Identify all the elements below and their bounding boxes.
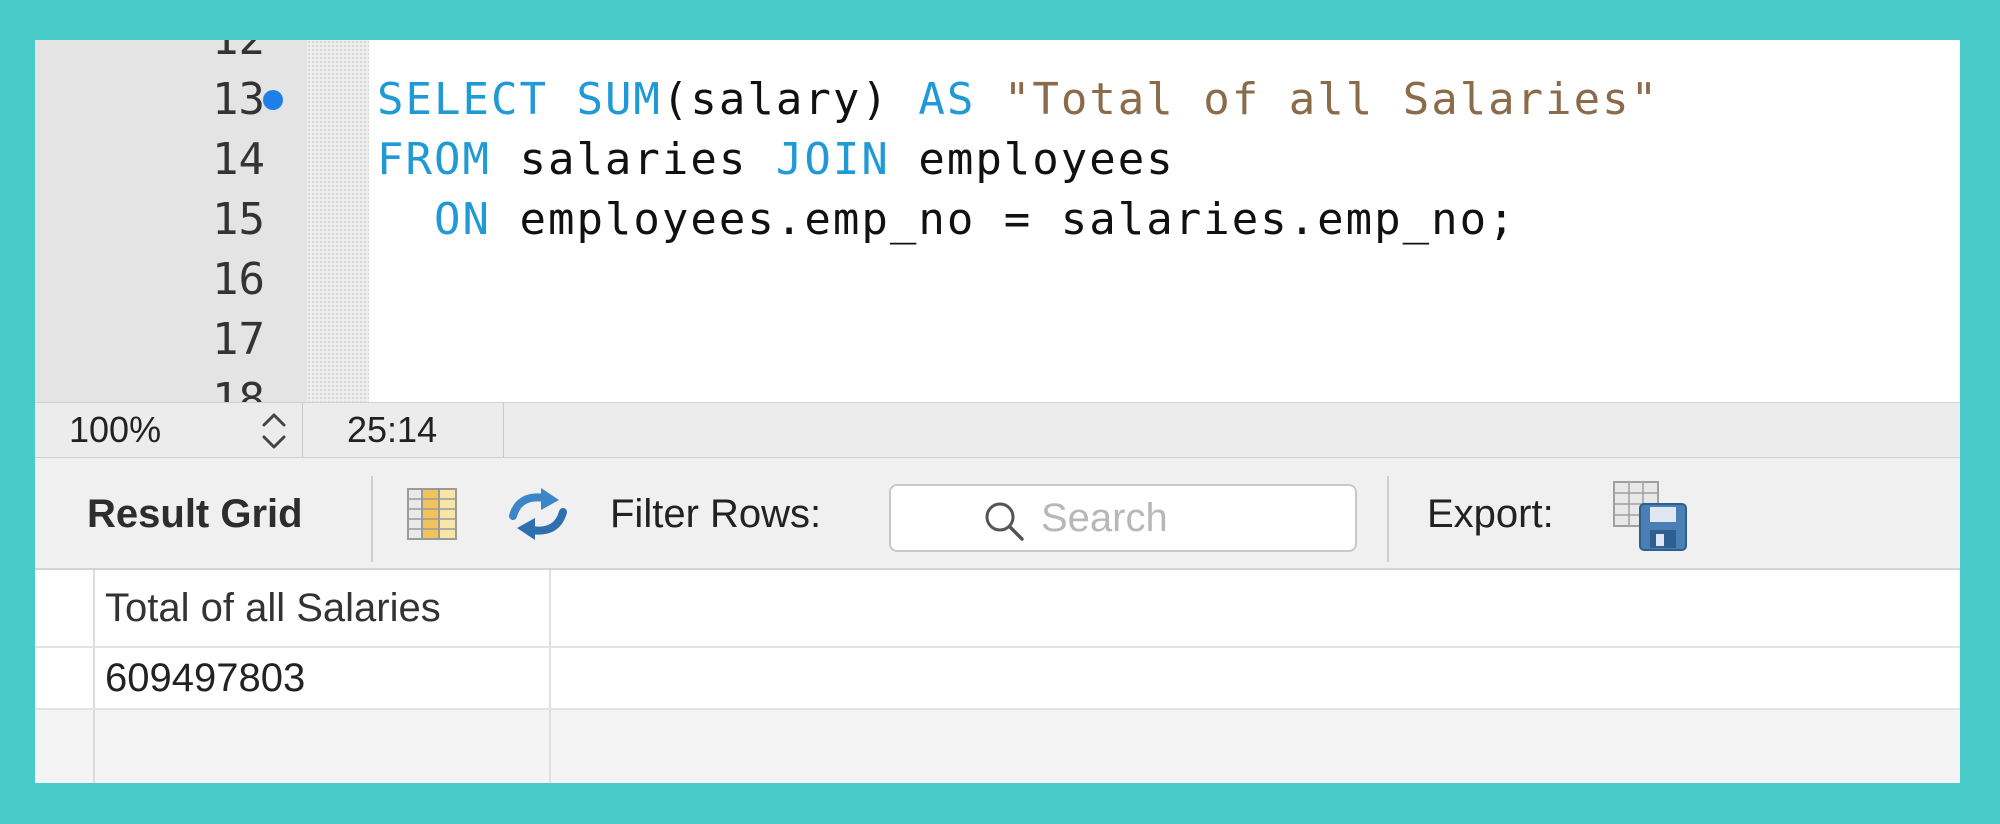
code-text: FROM salaries JOIN employees [377, 130, 1175, 190]
editor-status-bar: 100% 25:14 [35, 402, 1960, 458]
line-number: 17 [212, 314, 265, 365]
line-number: 13 [212, 74, 265, 125]
sql-string: "Total of all Salaries" [1003, 74, 1660, 125]
column-header-total-of-all-salaries[interactable]: Total of all Salaries [95, 570, 551, 646]
refresh-icon[interactable] [505, 486, 571, 542]
editor-line[interactable]: 15 ON employees.emp_no = salaries.emp_no… [35, 190, 1960, 250]
table-row-empty[interactable] [35, 710, 1960, 783]
result-grid-header: Total of all Salaries [35, 570, 1960, 648]
row-number-cell[interactable] [35, 710, 95, 783]
sql-keyword: JOIN [775, 134, 890, 185]
line-number: 14 [212, 134, 265, 185]
zoom-stepper-icon[interactable] [257, 409, 291, 453]
result-grid: Total of all Salaries 609497803 [35, 570, 1960, 783]
toolbar-divider [371, 476, 373, 562]
status-divider [503, 403, 504, 457]
line-number: 12 [115, 40, 265, 70]
sql-token: employees [889, 134, 1175, 185]
export-save-icon[interactable] [1612, 480, 1688, 552]
sql-keyword: SUM [576, 74, 662, 125]
editor-line[interactable]: 16 [35, 250, 1960, 310]
line-number: 15 [212, 194, 265, 245]
editor-line[interactable]: 18 [35, 370, 1960, 402]
sql-keyword: ON [433, 194, 491, 245]
line-number: 18 [212, 374, 265, 402]
sql-editor[interactable]: 12 13 SELECT SUM(salary) AS "Total of all … [35, 40, 1960, 402]
result-grid-toggle-icon[interactable] [405, 486, 459, 542]
editor-line[interactable]: 13 SELECT SUM(salary) AS "Total of all Sa… [35, 70, 1960, 130]
table-cell-empty[interactable] [95, 710, 551, 783]
search-input[interactable] [1041, 490, 1341, 546]
statement-marker-icon[interactable] [263, 90, 283, 110]
editor-line[interactable]: 17 [35, 310, 1960, 370]
code-text: SELECT SUM(salary) AS "Total of all Sala… [377, 70, 1659, 130]
cursor-position: 25:14 [347, 409, 438, 450]
filter-rows-label: Filter Rows: [610, 492, 822, 536]
sql-keyword: FROM [377, 134, 491, 185]
app-window: 12 13 SELECT SUM(salary) AS "Total of all … [35, 40, 1960, 783]
row-number-header [35, 570, 95, 646]
search-field[interactable] [889, 484, 1357, 552]
editor-line[interactable]: 12 [35, 40, 1960, 70]
zoom-level: 100% [69, 409, 162, 450]
toolbar-divider [1387, 476, 1389, 562]
sql-token: employees.emp_no = salaries.emp_no; [490, 194, 1517, 245]
sql-token: salaries [490, 134, 776, 185]
sql-token: (salary) [661, 74, 919, 125]
table-row[interactable]: 609497803 [35, 648, 1960, 710]
export-label: Export: [1427, 492, 1554, 536]
status-divider [302, 403, 303, 457]
table-cell[interactable]: 609497803 [95, 648, 551, 708]
sql-keyword: SELECT [377, 74, 548, 125]
code-text: ON employees.emp_no = salaries.emp_no; [377, 190, 1517, 250]
editor-line[interactable]: 14 FROM salaries JOIN employees [35, 130, 1960, 190]
result-toolbar: Result Grid Filter Rows: Export [35, 458, 1960, 570]
search-icon [985, 502, 1024, 541]
result-grid-tab[interactable]: Result Grid [87, 458, 303, 570]
line-number: 16 [212, 254, 265, 305]
sql-keyword: AS [918, 74, 976, 125]
row-number-cell[interactable] [35, 648, 95, 708]
